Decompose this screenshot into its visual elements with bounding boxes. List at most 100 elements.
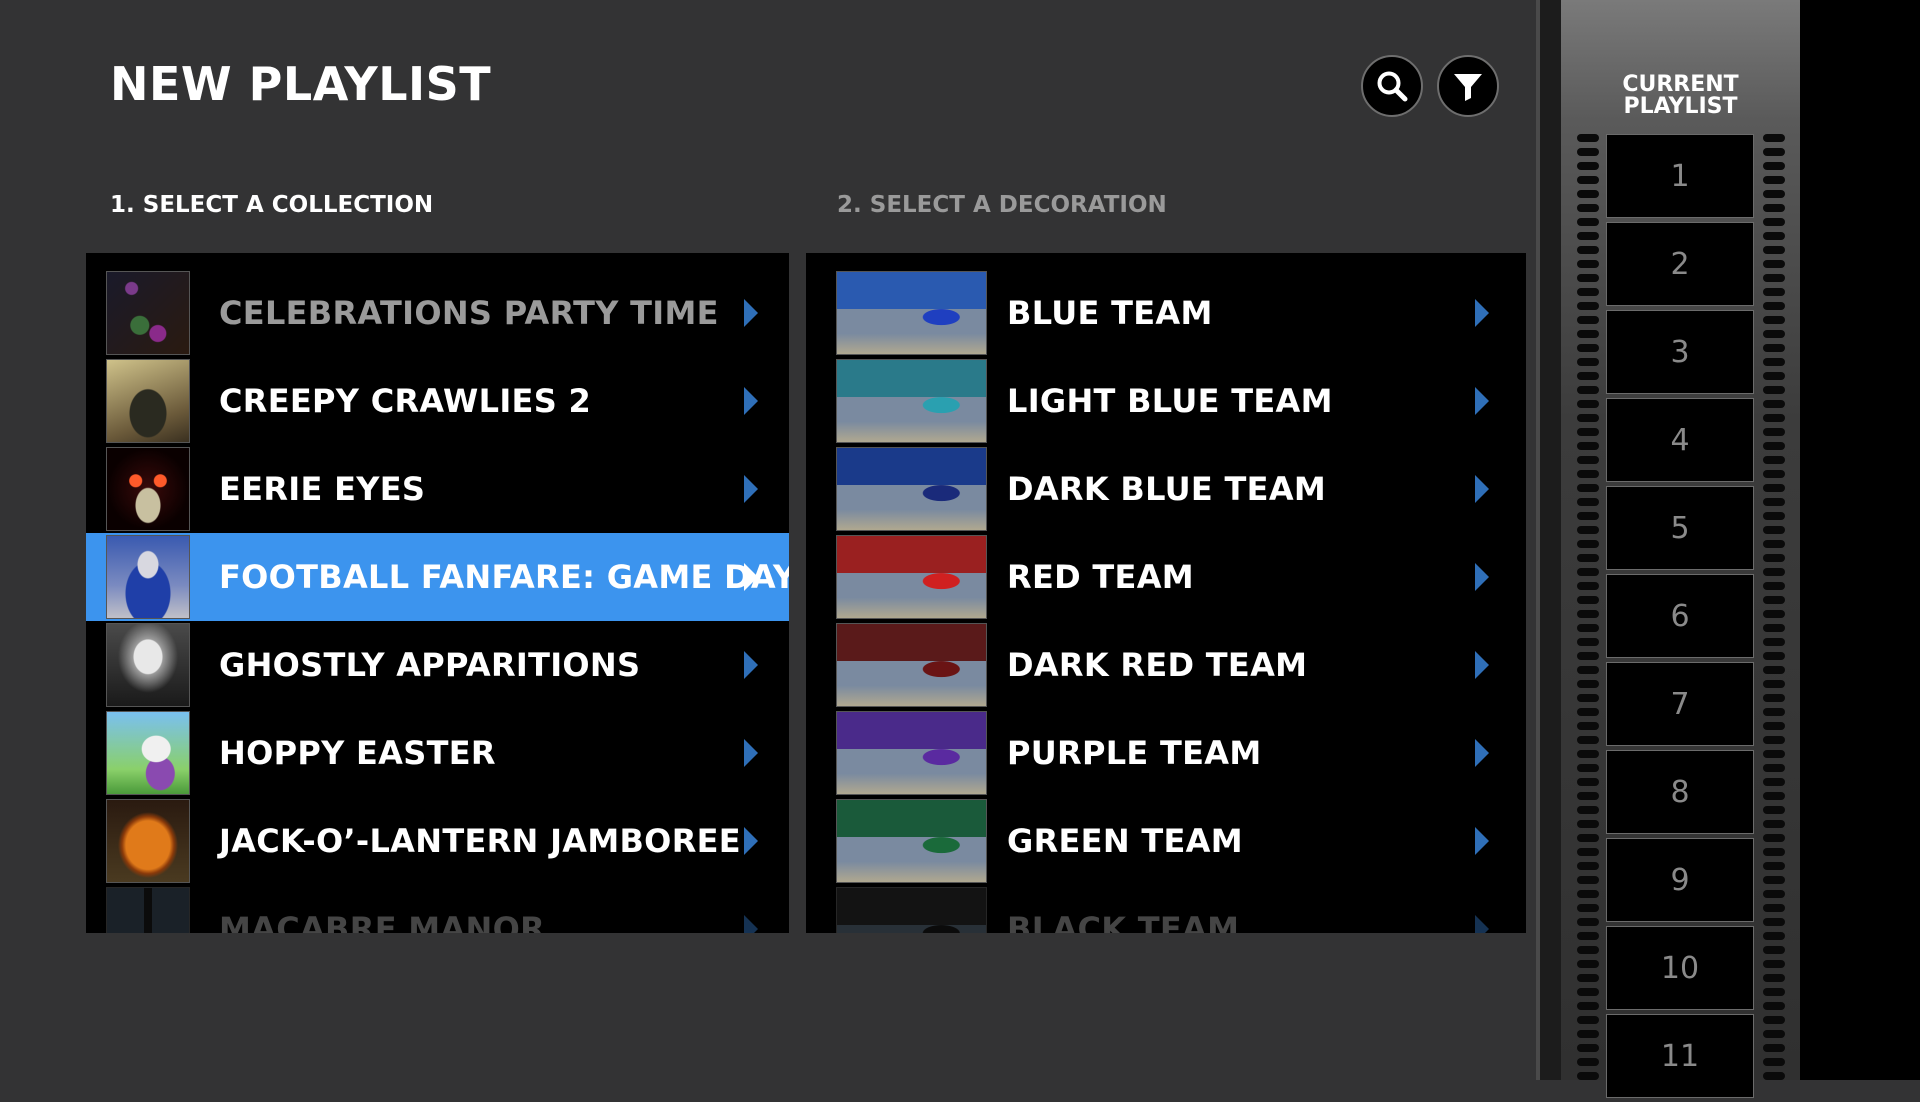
thumbnail-image bbox=[836, 887, 987, 933]
chevron-right-icon bbox=[1475, 563, 1489, 591]
film-perforation bbox=[1577, 372, 1599, 380]
film-perforation bbox=[1577, 554, 1599, 562]
film-perforation bbox=[1763, 148, 1785, 156]
film-perforation bbox=[1763, 442, 1785, 450]
rail-shadow bbox=[1540, 0, 1561, 1080]
film-perforation bbox=[1577, 792, 1599, 800]
film-perforation bbox=[1577, 358, 1599, 366]
film-perforation bbox=[1577, 456, 1599, 464]
collection-item-hoppy-easter[interactable]: HOPPY EASTER bbox=[86, 709, 789, 797]
film-perforation bbox=[1763, 750, 1785, 758]
decoration-item-black-team[interactable]: BLACK TEAM bbox=[806, 885, 1526, 933]
film-perforation bbox=[1577, 750, 1599, 758]
film-perforation bbox=[1577, 1002, 1599, 1010]
playlist-slot-7[interactable]: 7 bbox=[1606, 662, 1754, 746]
collection-item-jack-o-lantern[interactable]: JACK-O’-LANTERN JAMBOREE bbox=[86, 797, 789, 885]
chevron-right-icon bbox=[744, 299, 758, 327]
thumbnail-image bbox=[106, 799, 190, 883]
film-perforation bbox=[1577, 148, 1599, 156]
playlist-slot-11[interactable]: 11 bbox=[1606, 1014, 1754, 1098]
film-perforation bbox=[1577, 582, 1599, 590]
film-perforation bbox=[1763, 806, 1785, 814]
playlist-heading-line: CURRENT bbox=[1622, 72, 1739, 97]
film-perforation bbox=[1577, 666, 1599, 674]
film-perforation bbox=[1763, 694, 1785, 702]
filter-button[interactable] bbox=[1437, 55, 1499, 117]
playlist-slot-8[interactable]: 8 bbox=[1606, 750, 1754, 834]
collection-item-eerie-eyes[interactable]: EERIE EYES bbox=[86, 445, 789, 533]
playlist-slot-5[interactable]: 5 bbox=[1606, 486, 1754, 570]
decoration-item-label: RED TEAM bbox=[1007, 558, 1194, 596]
film-perforation bbox=[1763, 932, 1785, 940]
film-perforation bbox=[1763, 876, 1785, 884]
chevron-right-icon bbox=[744, 915, 758, 933]
playlist-slot-1[interactable]: 1 bbox=[1606, 134, 1754, 218]
collection-item-celebrations[interactable]: CELEBRATIONS PARTY TIME bbox=[86, 269, 789, 357]
decoration-item-purple-team[interactable]: PURPLE TEAM bbox=[806, 709, 1526, 797]
playlist-slot-10[interactable]: 10 bbox=[1606, 926, 1754, 1010]
playlist-slot-3[interactable]: 3 bbox=[1606, 310, 1754, 394]
playlist-heading-line: PLAYLIST bbox=[1623, 94, 1738, 119]
film-perforation bbox=[1763, 904, 1785, 912]
collection-item-ghostly-apparitions[interactable]: GHOSTLY APPARITIONS bbox=[86, 621, 789, 709]
decoration-item-green-team[interactable]: GREEN TEAM bbox=[806, 797, 1526, 885]
decoration-item-blue-team[interactable]: BLUE TEAM bbox=[806, 269, 1526, 357]
film-perforation bbox=[1763, 862, 1785, 870]
thumbnail-image bbox=[836, 623, 987, 707]
thumbnail-image bbox=[106, 359, 190, 443]
decoration-list-panel: BLUE TEAM LIGHT BLUE TEAM DARK BLUE TEAM… bbox=[806, 253, 1526, 933]
film-perforation bbox=[1763, 386, 1785, 394]
collection-item-label: FOOTBALL FANFARE: GAME DAY! bbox=[219, 558, 789, 596]
playlist-slots: 1 2 3 4 5 6 7 8 9 10 11 bbox=[1606, 134, 1754, 1102]
film-perforation bbox=[1763, 414, 1785, 422]
decoration-item-label: BLUE TEAM bbox=[1007, 294, 1213, 332]
film-perforation bbox=[1577, 960, 1599, 968]
chevron-right-icon bbox=[1475, 475, 1489, 503]
collection-item-label: EERIE EYES bbox=[219, 470, 426, 508]
film-perforation bbox=[1763, 246, 1785, 254]
film-perforation bbox=[1763, 722, 1785, 730]
filter-icon bbox=[1454, 74, 1482, 101]
film-perforation bbox=[1763, 274, 1785, 282]
film-perforation bbox=[1577, 134, 1599, 142]
page-title: NEW PLAYLIST bbox=[110, 57, 492, 111]
thumbnail-image bbox=[836, 359, 987, 443]
thumbnail-image bbox=[106, 535, 190, 619]
film-perforation bbox=[1763, 1002, 1785, 1010]
collection-item-football-fanfare[interactable]: FOOTBALL FANFARE: GAME DAY! bbox=[86, 533, 789, 621]
search-button[interactable] bbox=[1361, 55, 1423, 117]
decoration-item-dark-red-team[interactable]: DARK RED TEAM bbox=[806, 621, 1526, 709]
current-playlist-heading: CURRENT PLAYLIST bbox=[1561, 74, 1800, 118]
film-perforation bbox=[1577, 288, 1599, 296]
playlist-slot-9[interactable]: 9 bbox=[1606, 838, 1754, 922]
film-perforation bbox=[1763, 988, 1785, 996]
film-perforation bbox=[1577, 568, 1599, 576]
thumbnail-image bbox=[836, 711, 987, 795]
film-perforation bbox=[1577, 862, 1599, 870]
chevron-right-icon bbox=[1475, 915, 1489, 933]
film-perforation bbox=[1577, 1044, 1599, 1052]
film-perforation bbox=[1577, 918, 1599, 926]
film-perforation bbox=[1577, 778, 1599, 786]
playlist-slot-4[interactable]: 4 bbox=[1606, 398, 1754, 482]
collection-item-creepy-crawlies[interactable]: CREEPY CRAWLIES 2 bbox=[86, 357, 789, 445]
film-perforation bbox=[1763, 540, 1785, 548]
film-perforation bbox=[1577, 722, 1599, 730]
collection-list: CELEBRATIONS PARTY TIME CREEPY CRAWLIES … bbox=[86, 269, 789, 933]
film-perforation bbox=[1763, 638, 1785, 646]
collection-item-macabre-manor[interactable]: MACABRE MANOR bbox=[86, 885, 789, 933]
decoration-item-light-blue-team[interactable]: LIGHT BLUE TEAM bbox=[806, 357, 1526, 445]
chevron-right-icon bbox=[744, 475, 758, 503]
decoration-item-dark-blue-team[interactable]: DARK BLUE TEAM bbox=[806, 445, 1526, 533]
playlist-slot-6[interactable]: 6 bbox=[1606, 574, 1754, 658]
film-perforation bbox=[1577, 386, 1599, 394]
film-perforation bbox=[1577, 162, 1599, 170]
film-perforation bbox=[1577, 652, 1599, 660]
film-perforation bbox=[1577, 806, 1599, 814]
film-perforation bbox=[1763, 568, 1785, 576]
film-perforation bbox=[1577, 442, 1599, 450]
film-perforation bbox=[1763, 1030, 1785, 1038]
decoration-item-red-team[interactable]: RED TEAM bbox=[806, 533, 1526, 621]
film-perforation bbox=[1577, 274, 1599, 282]
playlist-slot-2[interactable]: 2 bbox=[1606, 222, 1754, 306]
